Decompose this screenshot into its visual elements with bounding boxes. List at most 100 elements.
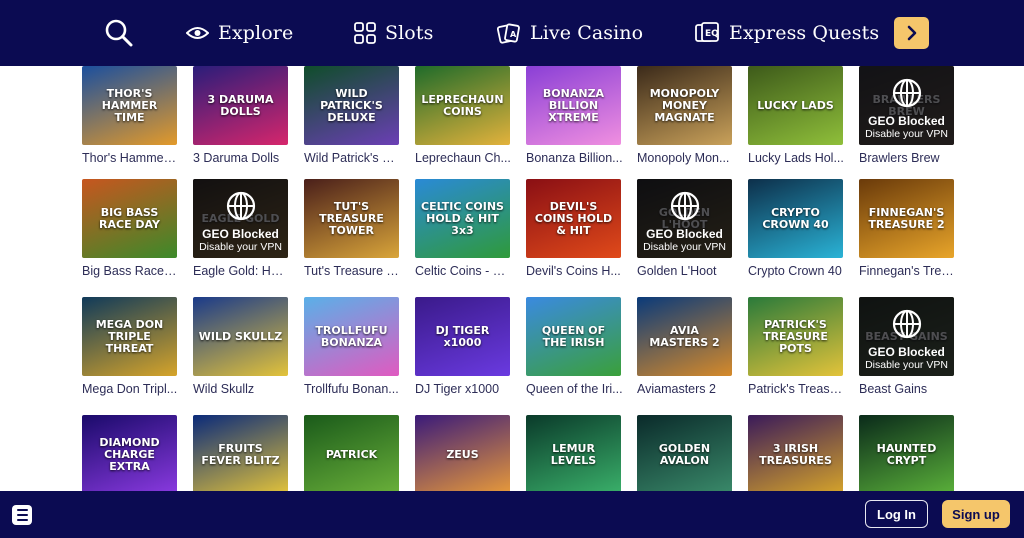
nav-express-quests[interactable]: EQ Express Quests — [695, 0, 879, 66]
game-tile[interactable]: MONOPOLY MONEY MAGNATE Monopoly Mon... — [637, 66, 732, 165]
game-thumbnail[interactable]: DIAMOND CHARGE EXTRA — [82, 415, 177, 491]
game-thumbnail[interactable]: 3 IRISH TREASURES — [748, 415, 843, 491]
game-tile[interactable]: FINNEGAN'S TREASURE 2 Finnegan's Trea... — [859, 179, 956, 278]
game-title[interactable]: Leprechaun Ch... — [415, 151, 512, 165]
game-title[interactable]: Devil's Coins H... — [526, 264, 623, 278]
game-title[interactable]: Thor's Hammer ... — [82, 151, 179, 165]
game-title[interactable]: Monopoly Mon... — [637, 151, 734, 165]
game-title[interactable]: Wild Skullz — [193, 382, 290, 396]
game-tile[interactable]: LEMUR LEVELS — [526, 415, 621, 491]
game-art-title: FINNEGAN'S TREASURE 2 — [868, 205, 945, 231]
game-tile[interactable]: GOLDEN AVALON — [637, 415, 732, 491]
game-tile[interactable]: LUCKY LADS Lucky Lads Hol... — [748, 66, 845, 165]
game-tile[interactable]: BONANZA BILLION XTREME Bonanza Billion... — [526, 66, 623, 165]
game-thumbnail[interactable]: GOLDEN L'HOOTGEO BlockedDisable your VPN — [637, 179, 732, 258]
game-tile[interactable]: MEGA DON TRIPLE THREAT Mega Don Tripl... — [82, 297, 177, 396]
game-tile[interactable]: BIG BASS RACE DAY Big Bass Raced... — [82, 179, 179, 278]
game-thumbnail[interactable]: AVIA MASTERS 2 — [637, 297, 732, 376]
game-tile[interactable]: HAUNTED CRYPT — [859, 415, 954, 491]
nav-explore[interactable]: Explore — [186, 0, 293, 66]
geo-blocked-title: GEO Blocked — [202, 227, 279, 241]
game-thumbnail[interactable]: GOLDEN AVALON — [637, 415, 732, 491]
game-title[interactable]: Crypto Crown 40 — [748, 264, 845, 278]
game-title[interactable]: Golden L'Hoot — [637, 264, 734, 278]
game-title[interactable]: Patrick's Treasu... — [748, 382, 845, 396]
game-tile[interactable]: LEPRECHAUN COINS Leprechaun Ch... — [415, 66, 512, 165]
game-thumbnail[interactable]: MONOPOLY MONEY MAGNATE — [637, 66, 732, 145]
game-thumbnail[interactable]: THOR'S HAMMER TIME — [82, 66, 177, 145]
game-tile[interactable]: DIAMOND CHARGE EXTRA — [82, 415, 177, 491]
game-thumbnail[interactable]: TUT'S TREASURE TOWER — [304, 179, 399, 258]
game-tile[interactable]: QUEEN OF THE IRISH Queen of the Iri... — [526, 297, 623, 396]
globe-icon — [892, 309, 921, 339]
game-thumbnail[interactable]: MEGA DON TRIPLE THREAT — [82, 297, 177, 376]
game-thumbnail[interactable]: FINNEGAN'S TREASURE 2 — [859, 179, 954, 258]
game-tile[interactable]: FRUITS FEVER BLITZ — [193, 415, 288, 491]
game-tile[interactable]: ZEUS — [415, 415, 510, 491]
game-thumbnail[interactable]: HAUNTED CRYPT — [859, 415, 954, 491]
game-title[interactable]: Bonanza Billion... — [526, 151, 623, 165]
search-button[interactable] — [104, 0, 136, 66]
game-thumbnail[interactable]: EAGLE GOLDGEO BlockedDisable your VPN — [193, 179, 288, 258]
game-title[interactable]: 3 Daruma Dolls — [193, 151, 290, 165]
game-tile[interactable]: EAGLE GOLDGEO BlockedDisable your VPN Eag… — [193, 179, 290, 278]
game-thumbnail[interactable]: PATRICK — [304, 415, 399, 491]
game-thumbnail[interactable]: ZEUS — [415, 415, 510, 491]
game-tile[interactable]: 3 DARUMA DOLLS 3 Daruma Dolls — [193, 66, 288, 165]
menu-button[interactable] — [12, 505, 32, 525]
game-title[interactable]: Brawlers Brew — [859, 151, 956, 165]
game-title[interactable]: Beast Gains — [859, 382, 956, 396]
game-thumbnail[interactable]: BRAWLERS BREWGEO BlockedDisable your VPN — [859, 66, 954, 145]
game-thumbnail[interactable]: PATRICK'S TREASURE POTS — [748, 297, 843, 376]
game-tile[interactable]: 3 IRISH TREASURES — [748, 415, 843, 491]
game-tile[interactable]: CELTIC COINS HOLD & HIT 3x3 Celtic Coins … — [415, 179, 512, 278]
game-thumbnail[interactable]: 3 DARUMA DOLLS — [193, 66, 288, 145]
game-thumbnail[interactable]: LEPRECHAUN COINS — [415, 66, 510, 145]
game-tile[interactable]: TROLLFUFU BONANZA Trollfufu Bonan... — [304, 297, 399, 396]
nav-slots[interactable]: Slots — [354, 0, 433, 66]
game-title[interactable]: Aviamasters 2 — [637, 382, 734, 396]
game-thumbnail[interactable]: DEVIL'S COINS HOLD & HIT — [526, 179, 621, 258]
game-thumbnail[interactable]: WILD SKULLZ — [193, 297, 288, 376]
login-button[interactable]: Log In — [865, 500, 928, 528]
game-title[interactable]: Eagle Gold: Hol... — [193, 264, 290, 278]
game-title[interactable]: Trollfufu Bonan... — [304, 382, 401, 396]
game-tile[interactable]: CRYPTO CROWN 40 Crypto Crown 40 — [748, 179, 843, 278]
game-thumbnail[interactable]: LUCKY LADS — [748, 66, 843, 145]
nav-live-casino[interactable]: A Live Casino — [497, 0, 643, 66]
game-tile[interactable]: WILD SKULLZ Wild Skullz — [193, 297, 288, 396]
game-tile[interactable]: TUT'S TREASURE TOWER Tut's Treasure T... — [304, 179, 401, 278]
game-tile[interactable]: GOLDEN L'HOOTGEO BlockedDisable your VPN… — [637, 179, 732, 278]
game-thumbnail[interactable]: CELTIC COINS HOLD & HIT 3x3 — [415, 179, 510, 258]
game-tile[interactable]: BEAST GAINSGEO BlockedDisable your VPN Be… — [859, 297, 954, 396]
signup-button[interactable]: Sign up — [942, 500, 1010, 528]
game-thumbnail[interactable]: DJ TIGER x1000 — [415, 297, 510, 376]
game-title[interactable]: Lucky Lads Hol... — [748, 151, 845, 165]
game-thumbnail[interactable]: FRUITS FEVER BLITZ — [193, 415, 288, 491]
game-title[interactable]: Queen of the Iri... — [526, 382, 623, 396]
game-thumbnail[interactable]: QUEEN OF THE IRISH — [526, 297, 621, 376]
game-title[interactable]: Mega Don Tripl... — [82, 382, 179, 396]
game-tile[interactable]: AVIA MASTERS 2 Aviamasters 2 — [637, 297, 732, 396]
game-thumbnail[interactable]: BONANZA BILLION XTREME — [526, 66, 621, 145]
game-title[interactable]: DJ Tiger x1000 — [415, 382, 512, 396]
game-thumbnail[interactable]: CRYPTO CROWN 40 — [748, 179, 843, 258]
game-tile[interactable]: THOR'S HAMMER TIME Thor's Hammer ... — [82, 66, 179, 165]
game-thumbnail[interactable]: TROLLFUFU BONANZA — [304, 297, 399, 376]
game-thumbnail[interactable]: BIG BASS RACE DAY — [82, 179, 177, 258]
game-tile[interactable]: PATRICK — [304, 415, 399, 491]
game-title[interactable]: Finnegan's Trea... — [859, 264, 956, 278]
game-thumbnail[interactable]: LEMUR LEVELS — [526, 415, 621, 491]
game-title[interactable]: Big Bass Raced... — [82, 264, 179, 278]
game-tile[interactable]: PATRICK'S TREASURE POTS Patrick's Treasu.… — [748, 297, 845, 396]
game-tile[interactable]: DEVIL'S COINS HOLD & HIT Devil's Coins H.… — [526, 179, 621, 278]
game-thumbnail[interactable]: BEAST GAINSGEO BlockedDisable your VPN — [859, 297, 954, 376]
game-title[interactable]: Wild Patrick's D... — [304, 151, 401, 165]
game-tile[interactable]: BRAWLERS BREWGEO BlockedDisable your VPN… — [859, 66, 954, 165]
game-thumbnail[interactable]: WILD PATRICK'S DELUXE — [304, 66, 399, 145]
nav-next-button[interactable] — [894, 17, 929, 49]
game-title[interactable]: Celtic Coins - H... — [415, 264, 512, 278]
game-tile[interactable]: DJ TIGER x1000 DJ Tiger x1000 — [415, 297, 510, 396]
game-title[interactable]: Tut's Treasure T... — [304, 264, 401, 278]
game-tile[interactable]: WILD PATRICK'S DELUXE Wild Patrick's D... — [304, 66, 401, 165]
